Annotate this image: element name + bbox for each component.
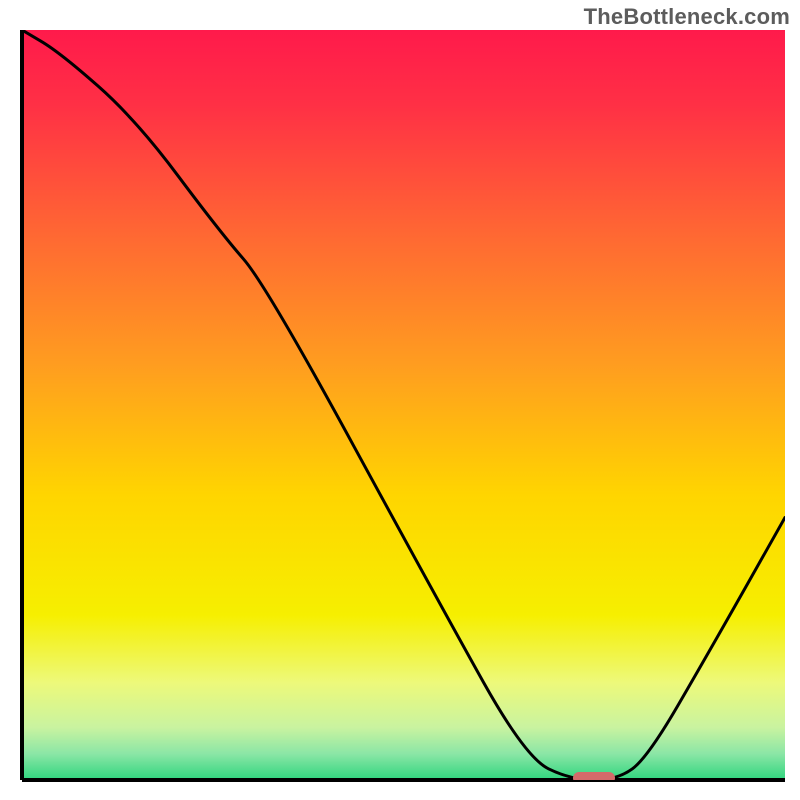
axes [0,0,800,800]
optimal-marker [573,772,615,780]
watermark-text: TheBottleneck.com [584,4,790,30]
chart-container: TheBottleneck.com [0,0,800,800]
